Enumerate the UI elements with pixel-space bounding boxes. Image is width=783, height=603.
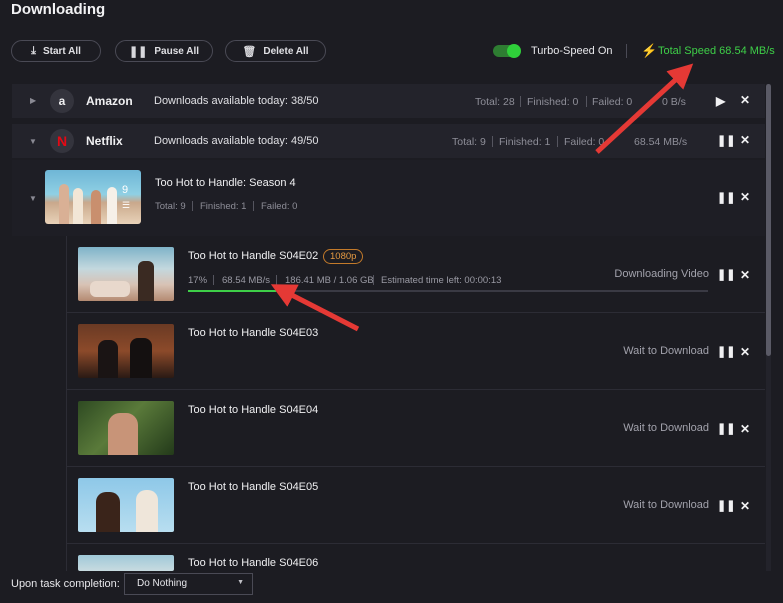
group-failed: Failed: 0 [592, 96, 633, 108]
close-icon[interactable]: ✕ [740, 133, 750, 147]
episode-thumbnail [78, 324, 174, 378]
pause-all-label: Pause All [154, 45, 200, 57]
chevron-down-icon: ▼ [237, 579, 244, 586]
group-available: Downloads available today: 49/50 [154, 135, 319, 147]
delete-all-label: Delete All [263, 45, 309, 57]
close-icon[interactable]: ✕ [740, 422, 750, 436]
quality-badge: 1080p [323, 249, 364, 264]
close-icon[interactable]: ✕ [740, 268, 750, 282]
collapse-caret-icon[interactable]: ▼ [29, 194, 37, 203]
pause-icon: ❚❚ [128, 45, 148, 58]
group-speed: 68.54 MB/s [634, 136, 688, 148]
pause-icon[interactable]: ❚❚ [717, 134, 735, 147]
episode-title: Too Hot to Handle S04E05 [188, 481, 319, 493]
collapse-caret-icon[interactable]: ▼ [29, 137, 37, 146]
group-speed: 0 B/s [662, 96, 686, 108]
season-count-badge: 9 [122, 184, 129, 196]
episode-status: Wait to Download [623, 499, 709, 511]
total-speed: Total Speed 68.54 MB/s [658, 45, 775, 57]
amazon-logo-icon: a [50, 89, 74, 113]
netflix-logo-icon: N [50, 129, 74, 153]
progress-percent: 17% [188, 275, 208, 286]
episode-status: Downloading Video [614, 268, 709, 280]
delete-all-button[interactable]: 🗑 Delete All [225, 40, 326, 62]
episode-title: Too Hot to Handle S04E04 [188, 404, 319, 416]
season-thumbnail [45, 170, 141, 224]
start-all-button[interactable]: ⤓ Start All [11, 40, 101, 62]
pause-icon[interactable]: ❚❚ [717, 422, 735, 435]
group-name: Netflix [86, 134, 123, 148]
pause-icon[interactable]: ❚❚ [717, 499, 735, 512]
group-total: Total: 28 [475, 96, 515, 108]
pause-icon[interactable]: ❚❚ [717, 191, 735, 204]
list-icon: ☰ [122, 200, 131, 210]
expand-caret-icon[interactable]: ▶ [30, 96, 36, 105]
close-icon[interactable]: ✕ [740, 190, 750, 204]
episode-title: Too Hot to Handle S04E02 [188, 250, 319, 262]
progress-bar-fill [188, 290, 277, 292]
group-finished: Finished: 0 [527, 96, 579, 108]
download-speed: 68.54 MB/s [222, 275, 271, 286]
completion-select-value: Do Nothing [137, 578, 188, 589]
group-failed: Failed: 0 [564, 136, 605, 148]
episode-thumbnail [78, 478, 174, 532]
progress-bar [188, 290, 708, 292]
episode-title: Too Hot to Handle S04E06 [188, 557, 319, 569]
completion-select[interactable]: Do Nothing ▼ [124, 573, 253, 595]
trash-icon: 🗑 [242, 45, 257, 58]
group-total: Total: 9 [452, 136, 486, 148]
group-finished: Finished: 1 [499, 136, 551, 148]
close-icon[interactable]: ✕ [740, 93, 750, 107]
pause-icon[interactable]: ❚❚ [717, 345, 735, 358]
episode-thumbnail [78, 247, 174, 301]
download-icon: ⤓ [31, 44, 36, 57]
season-total: Total: 9 [155, 201, 186, 212]
pause-all-button[interactable]: ❚❚ Pause All [115, 40, 213, 62]
start-all-label: Start All [42, 45, 81, 57]
episode-status: Wait to Download [623, 422, 709, 434]
toolbar-divider [626, 44, 627, 58]
download-size: 186.41 MB / 1.06 GB [285, 275, 374, 286]
page-title: Downloading [11, 1, 106, 18]
season-failed: Failed: 0 [261, 201, 298, 212]
scrollbar-thumb[interactable] [766, 84, 771, 356]
time-remaining: Estimated time left: 00:00:13 [381, 275, 502, 286]
turbo-speed-label: Turbo-Speed On [531, 45, 613, 57]
season-finished: Finished: 1 [200, 201, 247, 212]
episode-title: Too Hot to Handle S04E03 [188, 327, 319, 339]
season-title: Too Hot to Handle: Season 4 [155, 177, 296, 189]
turbo-speed-toggle[interactable] [493, 44, 521, 58]
episode-thumbnail [78, 401, 174, 455]
episode-thumbnail [78, 555, 174, 571]
group-available: Downloads available today: 38/50 [154, 95, 319, 107]
lightning-icon: ⚡ [641, 43, 658, 58]
close-icon[interactable]: ✕ [740, 345, 750, 359]
group-name: Amazon [86, 94, 133, 108]
pause-icon[interactable]: ❚❚ [717, 268, 735, 281]
play-icon[interactable]: ▶ [716, 94, 725, 108]
episode-status: Wait to Download [623, 345, 709, 357]
completion-label: Upon task completion: [11, 578, 120, 590]
close-icon[interactable]: ✕ [740, 499, 750, 513]
